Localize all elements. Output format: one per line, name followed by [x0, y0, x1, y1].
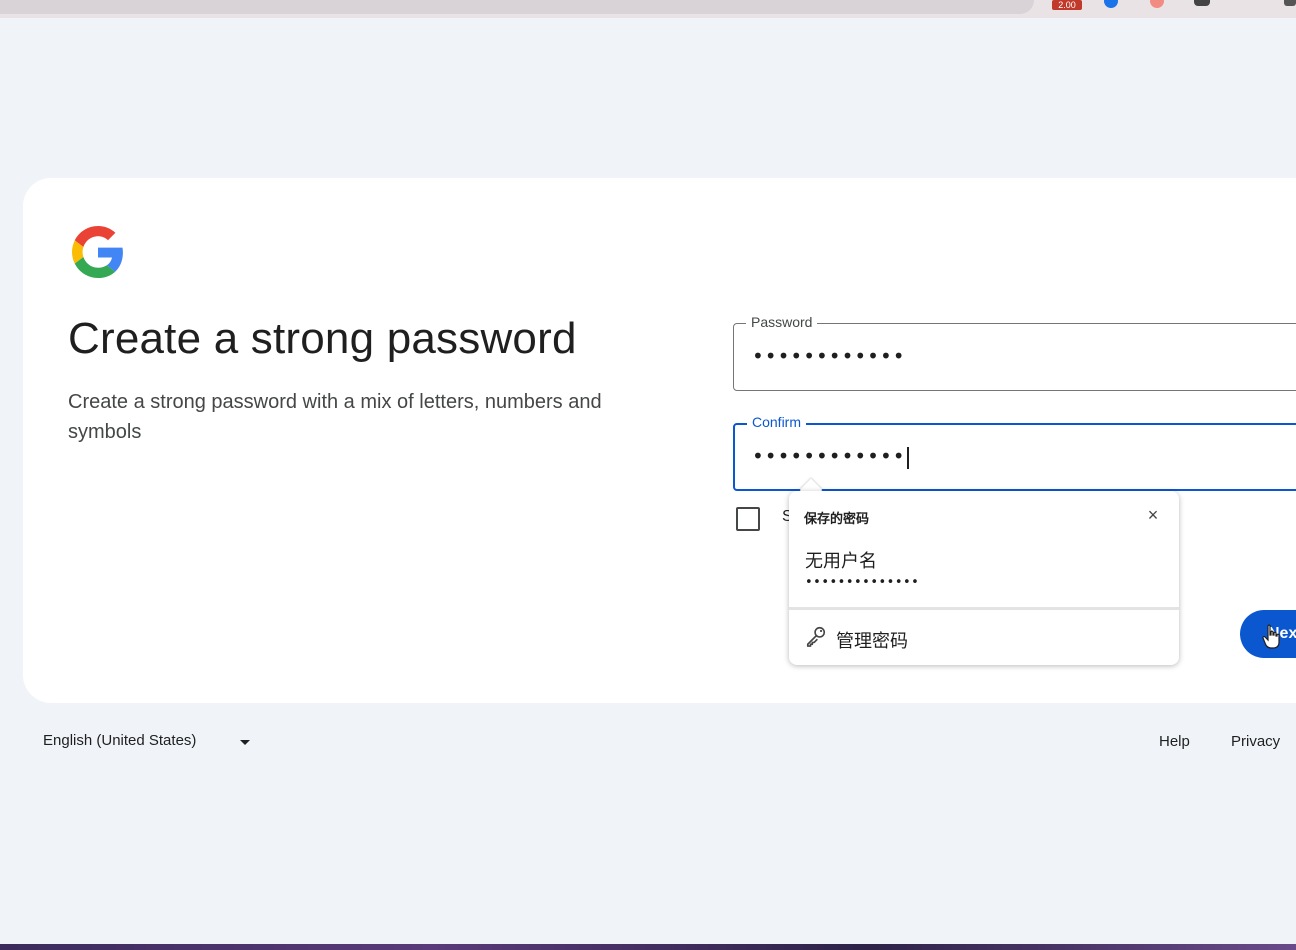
- confirm-label: Confirm: [747, 414, 807, 430]
- password-value[interactable]: ••••••••••••: [752, 344, 906, 368]
- extension-icon[interactable]: [1284, 0, 1296, 6]
- saved-passwords-popup: 保存的密码 × 无用户名 •••••••••••••• 管理密码: [789, 491, 1179, 665]
- address-bar[interactable]: [0, 0, 1034, 14]
- dropdown-arrow-icon: [240, 740, 250, 745]
- privacy-link[interactable]: Privacy: [1231, 733, 1280, 750]
- language-label: English (United States): [43, 732, 197, 749]
- extension-icon[interactable]: [1150, 0, 1164, 8]
- popup-title: 保存的密码: [804, 511, 870, 526]
- key-icon: [806, 626, 826, 647]
- saved-password-entry[interactable]: 无用户名 ••••••••••••••: [789, 535, 1179, 607]
- popup-divider: [789, 607, 1179, 610]
- password-field[interactable]: Password ••••••••••••: [733, 314, 1296, 391]
- google-g-icon: [72, 226, 123, 278]
- manage-passwords-button[interactable]: 管理密码: [789, 611, 1179, 663]
- confirm-value[interactable]: ••••••••••••: [752, 444, 906, 468]
- help-link[interactable]: Help: [1159, 733, 1190, 750]
- extension-icon[interactable]: [1194, 0, 1210, 6]
- saved-username: 无用户名: [805, 551, 877, 571]
- text-caret: [906, 446, 909, 469]
- confirm-field[interactable]: Confirm ••••••••••••: [733, 414, 1296, 491]
- extension-badge[interactable]: 2.00: [1052, 0, 1082, 10]
- close-icon[interactable]: ×: [1145, 506, 1161, 524]
- page-title: Create a strong password: [68, 314, 577, 363]
- extension-icon[interactable]: [1104, 0, 1118, 8]
- password-label: Password: [746, 314, 818, 330]
- hand-cursor-icon: [1262, 624, 1280, 649]
- page-subtitle: Create a strong password with a mix of l…: [68, 391, 602, 443]
- saved-password-dots: ••••••••••••••: [805, 575, 920, 590]
- browser-toolbar: 2.00: [0, 0, 1296, 18]
- manage-passwords-label: 管理密码: [836, 631, 908, 651]
- show-password-checkbox[interactable]: [736, 507, 760, 531]
- language-selector[interactable]: English (United States): [43, 732, 250, 754]
- desktop-taskbar-edge: [0, 944, 1296, 950]
- confirm-value-wrap[interactable]: ••••••••••••: [752, 444, 909, 469]
